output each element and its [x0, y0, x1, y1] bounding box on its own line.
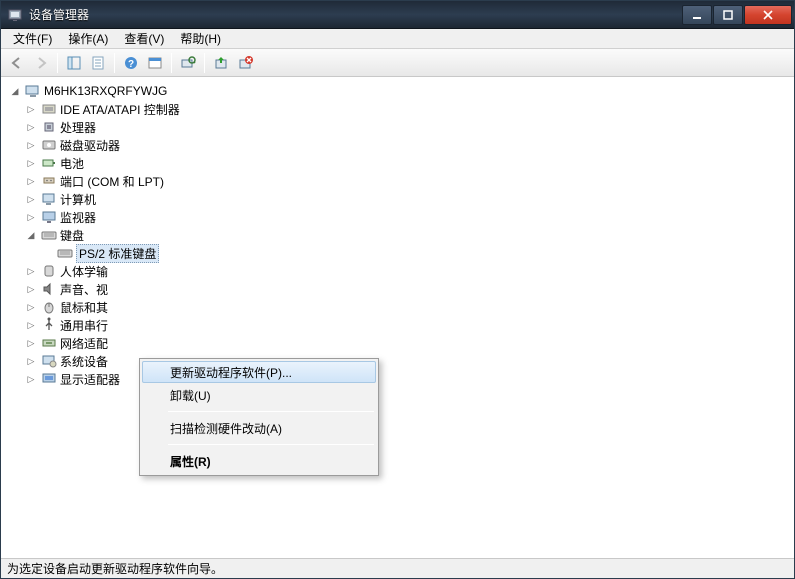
tree-item[interactable]: ▷网络适配: [23, 334, 794, 352]
expand-icon[interactable]: ▷: [25, 193, 37, 205]
statusbar: 为选定设备启动更新驱动程序软件向导。: [1, 558, 794, 578]
help-button[interactable]: ?: [120, 52, 142, 74]
disk-icon: [41, 137, 57, 153]
maximize-button[interactable]: [713, 5, 743, 25]
computer-root-icon: [25, 83, 41, 99]
window-controls: [681, 5, 792, 25]
toolbar-separator: [204, 53, 205, 73]
properties-button[interactable]: [87, 52, 109, 74]
menu-action[interactable]: 操作(A): [60, 28, 116, 49]
expand-icon[interactable]: ▷: [25, 121, 37, 133]
collapse-icon[interactable]: ◢: [9, 85, 21, 97]
expand-icon[interactable]: ▷: [25, 355, 37, 367]
ctx-scan-hardware[interactable]: 扫描检测硬件改动(A): [142, 416, 376, 440]
display-icon: [41, 371, 57, 387]
forward-button[interactable]: [30, 52, 52, 74]
toolbar-separator: [57, 53, 58, 73]
tree-item-keyboard[interactable]: ◢键盘: [23, 226, 794, 244]
expand-icon[interactable]: ▷: [25, 301, 37, 313]
update-driver-button[interactable]: [210, 52, 232, 74]
expand-icon[interactable]: ▷: [25, 103, 37, 115]
ctx-properties[interactable]: 属性(R): [142, 449, 376, 473]
device-tree[interactable]: ◢ M6HK13RXQRFYWJG ▷IDE ATA/ATAPI 控制器 ▷处理…: [1, 78, 794, 388]
tree-item-ps2-keyboard[interactable]: PS/2 标准键盘: [39, 244, 794, 262]
tree-item[interactable]: ▷计算机: [23, 190, 794, 208]
tree-item[interactable]: ▷通用串行: [23, 316, 794, 334]
menu-view[interactable]: 查看(V): [116, 28, 172, 49]
monitor-icon: [41, 209, 57, 225]
computer-icon: [41, 191, 57, 207]
expand-icon[interactable]: ▷: [25, 157, 37, 169]
close-button[interactable]: [744, 5, 792, 25]
system-icon: [41, 353, 57, 369]
expand-icon[interactable]: ▷: [25, 175, 37, 187]
svg-text:?: ?: [128, 59, 134, 70]
tree-item[interactable]: ▷电池: [23, 154, 794, 172]
toolbar: ?: [1, 49, 794, 77]
ctx-update-driver[interactable]: 更新驱动程序软件(P)...: [142, 361, 376, 383]
window-title: 设备管理器: [29, 6, 681, 23]
uninstall-button[interactable]: [234, 52, 256, 74]
tree-item[interactable]: ▷声音、视: [23, 280, 794, 298]
sound-icon: [41, 281, 57, 297]
action-button[interactable]: [144, 52, 166, 74]
content-area: ◢ M6HK13RXQRFYWJG ▷IDE ATA/ATAPI 控制器 ▷处理…: [1, 77, 794, 558]
expand-icon[interactable]: ▷: [25, 139, 37, 151]
tree-root[interactable]: ◢ M6HK13RXQRFYWJG: [7, 82, 794, 100]
tree-item[interactable]: ▷人体学输: [23, 262, 794, 280]
app-icon: [7, 7, 23, 23]
scan-hardware-button[interactable]: [177, 52, 199, 74]
context-menu: 更新驱动程序软件(P)... 卸载(U) 扫描检测硬件改动(A) 属性(R): [139, 358, 379, 476]
ide-icon: [41, 101, 57, 117]
window-frame: 设备管理器 文件(F) 操作(A) 查看(V) 帮助(H): [0, 0, 795, 579]
expand-icon[interactable]: ▷: [25, 373, 37, 385]
expand-icon[interactable]: ▷: [25, 265, 37, 277]
context-menu-separator: [168, 444, 374, 445]
minimize-button[interactable]: [682, 5, 712, 25]
network-icon: [41, 335, 57, 351]
statusbar-text: 为选定设备启动更新驱动程序软件向导。: [7, 560, 223, 577]
selected-device-label: PS/2 标准键盘: [76, 244, 159, 263]
mouse-icon: [41, 299, 57, 315]
menu-file[interactable]: 文件(F): [5, 28, 60, 49]
keyboard-icon: [57, 245, 73, 261]
show-hide-tree-button[interactable]: [63, 52, 85, 74]
menu-help[interactable]: 帮助(H): [172, 28, 229, 49]
tree-item[interactable]: ▷鼠标和其: [23, 298, 794, 316]
back-button[interactable]: [6, 52, 28, 74]
usb-icon: [41, 317, 57, 333]
menubar: 文件(F) 操作(A) 查看(V) 帮助(H): [1, 29, 794, 49]
port-icon: [41, 173, 57, 189]
tree-item[interactable]: ▷监视器: [23, 208, 794, 226]
context-menu-separator: [168, 411, 374, 412]
keyboard-icon: [41, 227, 57, 243]
titlebar[interactable]: 设备管理器: [1, 1, 794, 29]
cpu-icon: [41, 119, 57, 135]
ctx-uninstall[interactable]: 卸载(U): [142, 383, 376, 407]
expand-icon[interactable]: ▷: [25, 211, 37, 223]
tree-item[interactable]: ▷处理器: [23, 118, 794, 136]
expand-icon[interactable]: ▷: [25, 337, 37, 349]
toolbar-separator: [114, 53, 115, 73]
toolbar-separator: [171, 53, 172, 73]
expand-icon[interactable]: ▷: [25, 319, 37, 331]
tree-item[interactable]: ▷端口 (COM 和 LPT): [23, 172, 794, 190]
tree-item[interactable]: ▷IDE ATA/ATAPI 控制器: [23, 100, 794, 118]
tree-root-label: M6HK13RXQRFYWJG: [44, 84, 167, 98]
hid-icon: [41, 263, 57, 279]
expand-icon[interactable]: ▷: [25, 283, 37, 295]
tree-item[interactable]: ▷磁盘驱动器: [23, 136, 794, 154]
collapse-icon[interactable]: ◢: [25, 229, 37, 241]
battery-icon: [41, 155, 57, 171]
